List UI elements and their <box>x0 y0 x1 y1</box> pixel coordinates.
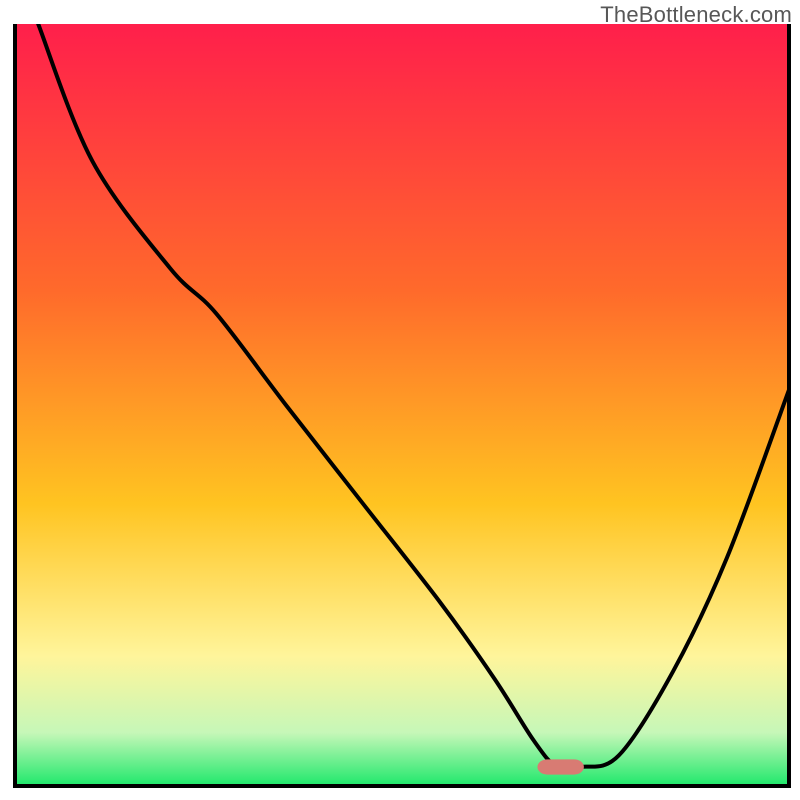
optimal-marker <box>537 759 583 774</box>
bottleneck-chart <box>0 0 800 800</box>
attribution-label: TheBottleneck.com <box>600 2 792 28</box>
